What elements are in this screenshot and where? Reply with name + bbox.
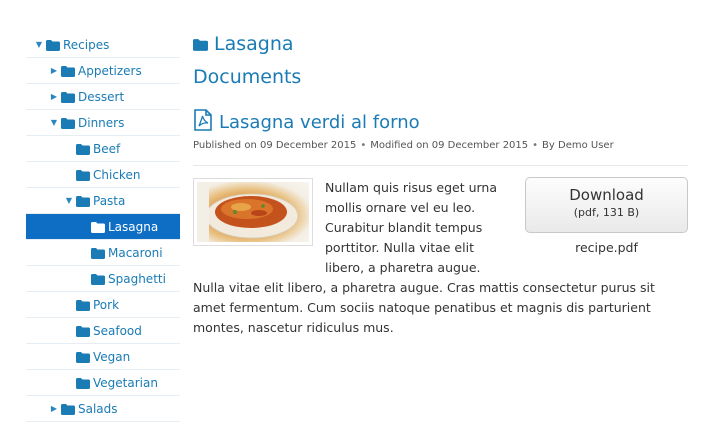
document-meta: Published on 09 December 2015 • Modified o…	[193, 140, 614, 151]
tree-item-label: Seafood	[93, 324, 142, 338]
tree-item-salads[interactable]: ▶ Salads	[26, 396, 180, 422]
folder-icon	[91, 274, 105, 285]
tree-item-label: Dessert	[78, 90, 125, 104]
folder-icon	[76, 196, 90, 207]
folder-icon	[76, 326, 90, 337]
tree-item-label: Lasagna	[108, 220, 159, 234]
recipe-thumbnail	[193, 178, 313, 246]
category-title-text: Lasagna	[214, 33, 294, 55]
meta-separator: •	[532, 140, 539, 151]
folder-icon	[91, 222, 105, 233]
tree-item-seafood[interactable]: Seafood	[26, 318, 180, 344]
tree-item-pasta[interactable]: ▼ Pasta	[26, 188, 180, 214]
tree-item-label: Salads	[78, 402, 118, 416]
download-button[interactable]: Download (pdf, 131 B)	[525, 177, 688, 233]
tree-item-label: Appetizers	[78, 64, 142, 78]
folder-icon	[61, 92, 75, 103]
folder-icon	[76, 378, 90, 389]
tree-item-pork[interactable]: Pork	[26, 292, 180, 318]
folder-icon	[91, 248, 105, 259]
lasagna-image	[197, 182, 309, 242]
caret-down-icon[interactable]: ▼	[34, 32, 44, 58]
folder-icon	[76, 352, 90, 363]
folder-icon	[76, 170, 90, 181]
tree-item-chicken[interactable]: Chicken	[26, 162, 180, 188]
author: By Demo User	[542, 140, 614, 151]
published-date: Published on 09 December 2015	[193, 140, 357, 151]
file-name: recipe.pdf	[575, 240, 638, 255]
tree-item-vegan[interactable]: Vegan	[26, 344, 180, 370]
tree-item-label: Pork	[93, 298, 120, 312]
tree-item-vegetarian[interactable]: Vegetarian	[26, 370, 180, 396]
category-tree: ▼ Recipes ▶ Appetizers ▶ Dessert ▼ Dinners Bee…	[26, 32, 180, 422]
tree-item-lasagna[interactable]: Lasagna	[26, 214, 180, 240]
tree-item-recipes[interactable]: ▼ Recipes	[26, 32, 180, 58]
tree-item-spaghetti[interactable]: Spaghetti	[26, 266, 180, 292]
tree-item-appetizers[interactable]: ▶ Appetizers	[26, 58, 180, 84]
tree-item-dinners[interactable]: ▼ Dinners	[26, 110, 180, 136]
tree-item-label: Dinners	[78, 116, 125, 130]
tree-item-macaroni[interactable]: Macaroni	[26, 240, 180, 266]
tree-item-label: Recipes	[63, 38, 110, 52]
folder-icon	[61, 404, 75, 415]
tree-item-dessert[interactable]: ▶ Dessert	[26, 84, 180, 110]
tree-item-beef[interactable]: Beef	[26, 136, 180, 162]
tree-item-label: Chicken	[93, 168, 141, 182]
caret-right-icon[interactable]: ▶	[49, 84, 59, 110]
folder-icon	[46, 40, 60, 51]
caret-down-icon[interactable]: ▼	[49, 110, 59, 136]
section-title: Documents	[193, 66, 302, 88]
folder-icon	[61, 66, 75, 77]
caret-right-icon[interactable]: ▶	[49, 396, 59, 422]
download-detail: (pdf, 131 B)	[573, 206, 640, 219]
tree-item-label: Vegetarian	[93, 376, 158, 390]
document-title[interactable]: Lasagna verdi al forno	[193, 109, 420, 136]
meta-separator: •	[360, 140, 367, 151]
document-title-text[interactable]: Lasagna verdi al forno	[219, 112, 420, 133]
pdf-icon	[193, 109, 213, 136]
folder-icon	[76, 144, 90, 155]
download-label: Download	[569, 186, 644, 204]
tree-item-label: Macaroni	[108, 246, 163, 260]
modified-date: Modified on 09 December 2015	[370, 140, 529, 151]
folder-icon	[193, 38, 208, 51]
folder-icon	[76, 300, 90, 311]
caret-right-icon[interactable]: ▶	[49, 58, 59, 84]
tree-item-label: Vegan	[93, 350, 131, 364]
category-title: Lasagna	[193, 33, 294, 55]
tree-item-label: Spaghetti	[108, 272, 166, 286]
divider	[193, 165, 688, 166]
folder-icon	[61, 118, 75, 129]
tree-item-label: Pasta	[93, 194, 126, 208]
tree-item-label: Beef	[93, 142, 121, 156]
caret-down-icon[interactable]: ▼	[64, 188, 74, 214]
